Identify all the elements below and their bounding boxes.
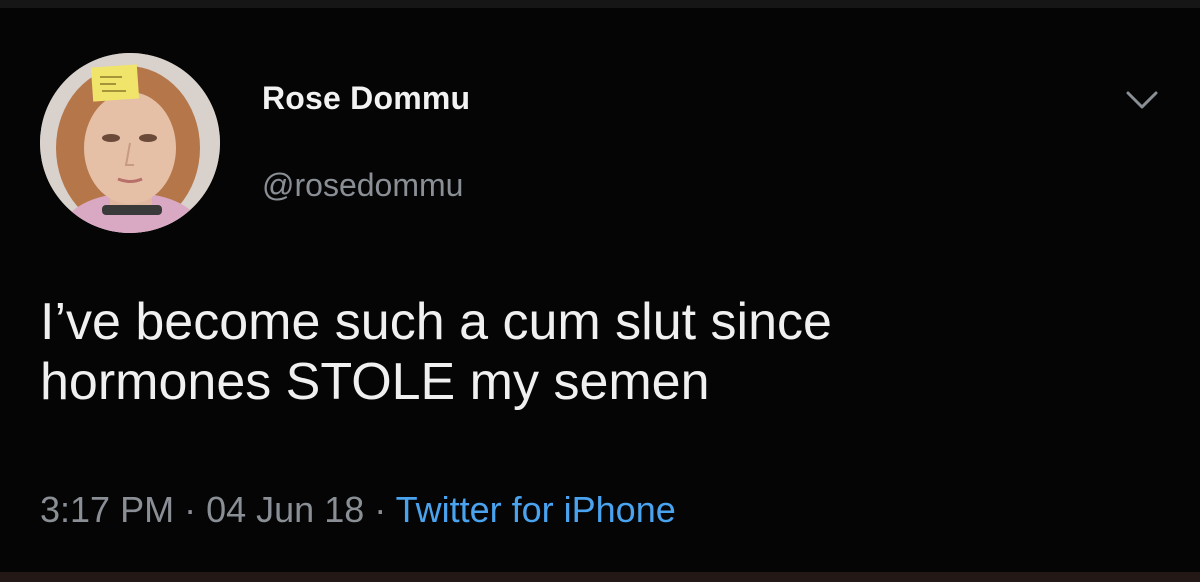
meta-separator: · — [184, 489, 197, 530]
tweet-text: I’ve become such a cum slut since hormon… — [40, 292, 1180, 412]
display-name[interactable]: Rose Dommu — [262, 80, 470, 117]
chevron-down-icon[interactable] — [1122, 85, 1162, 115]
bottom-border — [0, 572, 1200, 582]
top-border — [0, 0, 1200, 8]
meta-separator: · — [374, 489, 387, 530]
tweet-text-line-2: hormones STOLE my semen — [40, 353, 710, 411]
tweet-source-link[interactable]: Twitter for iPhone — [396, 489, 676, 530]
tweet-text-line-1: I’ve become such a cum slut since — [40, 293, 832, 351]
avatar[interactable] — [40, 53, 220, 233]
avatar-image — [40, 53, 220, 233]
tweet-screenshot: Rose Dommu @rosedommu I’ve become such a… — [0, 0, 1200, 582]
tweet-metadata: 3:17 PM · 04 Jun 18 · Twitter for iPhone — [40, 489, 676, 531]
tweet-time[interactable]: 3:17 PM — [40, 489, 174, 530]
user-handle[interactable]: @rosedommu — [262, 167, 463, 204]
tweet-date[interactable]: 04 Jun 18 — [206, 489, 364, 530]
